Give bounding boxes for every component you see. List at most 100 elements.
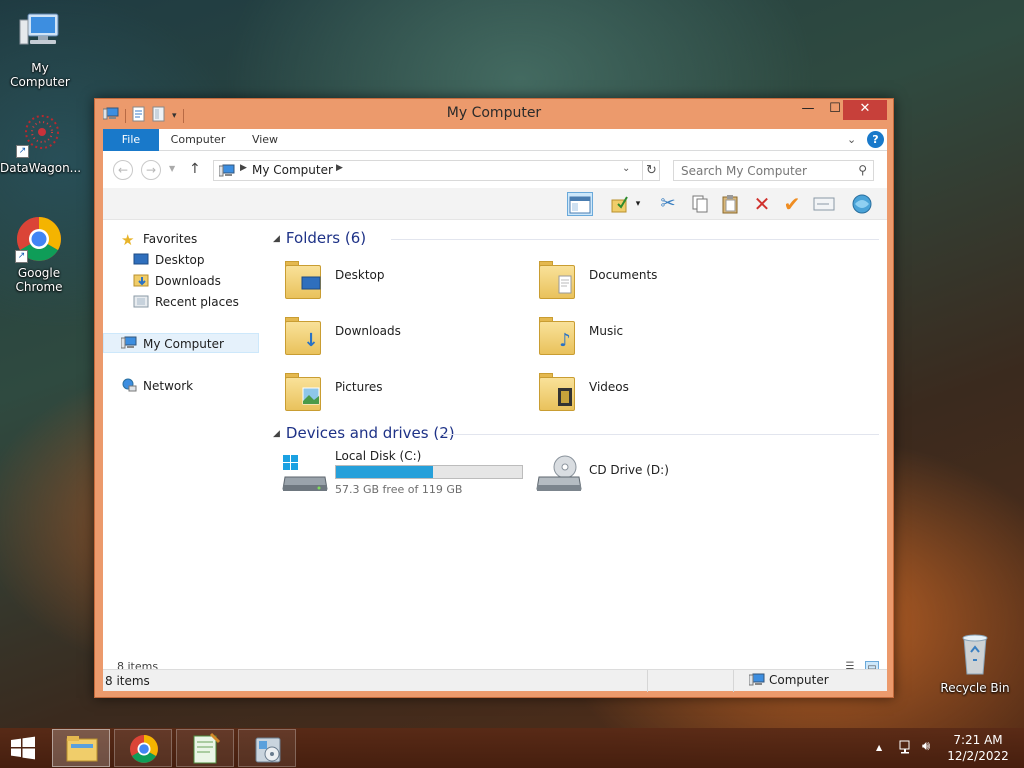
drives-group-header[interactable]: ◢ Devices and drives (2) <box>273 424 455 444</box>
recycle-bin-icon <box>951 630 999 678</box>
delete-icon[interactable]: ✕ <box>749 192 775 216</box>
back-button[interactable]: ← <box>113 160 133 180</box>
drives-group-title: Devices and drives (2) <box>285 424 455 442</box>
folder-label: Downloads <box>335 324 401 338</box>
folder-tile-pictures[interactable]: Pictures <box>271 365 511 415</box>
cd-drive-icon <box>535 455 583 493</box>
folder-label: Music <box>589 324 624 338</box>
folders-group-header[interactable]: ◢ Folders (6) <box>273 229 366 249</box>
control-panel-icon <box>255 737 281 763</box>
drive-label: CD Drive (D:) <box>589 463 669 477</box>
nav-my-computer[interactable]: My Computer <box>103 333 259 353</box>
computer-small-icon <box>748 673 765 689</box>
search-box: ⚲ <box>673 160 874 181</box>
address-dropdown-icon[interactable]: ⌄ <box>622 163 630 174</box>
local-disk-icon <box>281 455 329 493</box>
collapse-caret-icon[interactable]: ◢ <box>273 429 280 439</box>
taskbar-clock[interactable]: 7:21 AM 12/2/2022 <box>938 732 1018 764</box>
status-item-count: 8 items <box>105 674 150 688</box>
nav-favorites-label: Favorites <box>143 232 198 246</box>
desktop-icon-label: Google Chrome <box>15 266 63 294</box>
taskbar: ▲ 🔊︎ 7:21 AM 12/2/2022 <box>0 728 1024 768</box>
nav-recent-places-label: Recent places <box>155 295 239 309</box>
start-button[interactable] <box>8 736 38 760</box>
notepad-icon <box>193 732 221 764</box>
status-separator <box>733 670 734 692</box>
breadcrumb-chevron-icon[interactable]: ▶ <box>336 163 343 173</box>
shortcut-arrow-icon: ↗ <box>15 250 28 263</box>
preview-pane-icon[interactable] <box>567 192 593 216</box>
check-icon[interactable]: ✔ <box>779 192 805 216</box>
tab-file[interactable]: File <box>103 129 159 151</box>
volume-icon[interactable]: 🔊︎ <box>922 739 930 754</box>
forward-button[interactable]: → <box>141 160 161 180</box>
computer-icon <box>16 10 64 58</box>
folder-tile-videos[interactable]: Videos <box>525 365 765 415</box>
tab-view[interactable]: View <box>241 129 289 151</box>
status-separator <box>647 670 648 692</box>
folder-tile-downloads[interactable]: ↓ Downloads <box>271 309 511 359</box>
nav-network-label: Network <box>143 379 194 393</box>
window-titlebar[interactable]: ▾ My Computer — ☐ ✕ <box>95 99 893 129</box>
taskbar-notepad[interactable] <box>176 729 234 767</box>
search-input[interactable] <box>674 161 844 180</box>
disk-usage-bar <box>335 465 523 479</box>
web-icon[interactable] <box>849 192 875 216</box>
desktop-icon-my-computer[interactable]: My Computer <box>0 10 80 89</box>
paste-icon[interactable] <box>717 192 743 216</box>
ribbon-expand-icon[interactable]: ⌄ <box>847 133 856 146</box>
drive-tile-d[interactable]: CD Drive (D:) <box>525 447 775 503</box>
recent-locations-icon[interactable]: ▼ <box>169 164 175 173</box>
select-dropdown-icon[interactable]: ▾ <box>631 192 645 216</box>
nav-favorites[interactable]: ★ Favorites <box>121 229 197 249</box>
select-icon[interactable] <box>607 192 633 216</box>
breadcrumb-chevron-icon[interactable]: ▶ <box>240 163 247 173</box>
rename-icon[interactable] <box>811 192 837 216</box>
copy-icon[interactable] <box>687 192 713 216</box>
folder-label: Pictures <box>335 380 383 394</box>
desktop-icon-datawagon[interactable]: ↗ DataWagon... <box>0 110 81 175</box>
help-icon[interactable]: ? <box>867 131 884 148</box>
nav-recent-places[interactable]: Recent places <box>133 292 239 312</box>
refresh-icon[interactable]: ↻ <box>642 161 660 180</box>
taskbar-chrome[interactable] <box>114 729 172 767</box>
drive-tile-c[interactable]: Local Disk (C:) 57.3 GB free of 119 GB <box>271 447 523 503</box>
minimize-button[interactable]: — <box>795 100 821 120</box>
navigation-pane: ★ Favorites Desktop Downloads Recent plac… <box>103 221 267 657</box>
chrome-icon: ↗ <box>15 215 63 263</box>
nav-network[interactable]: Network <box>121 376 193 396</box>
tab-computer[interactable]: Computer <box>165 129 231 151</box>
show-hidden-icons[interactable]: ▲ <box>876 743 882 752</box>
folder-tile-documents[interactable]: Documents <box>525 253 765 303</box>
up-button[interactable]: ↑ <box>189 161 201 177</box>
status-zone: Computer <box>748 673 829 689</box>
taskbar-file-explorer[interactable] <box>52 729 110 767</box>
folder-tile-music[interactable]: ♪ Music <box>525 309 765 359</box>
nav-desktop[interactable]: Desktop <box>133 250 205 270</box>
close-button[interactable]: ✕ <box>843 100 887 120</box>
desktop-icon-label: Recycle Bin <box>940 681 1010 695</box>
group-divider <box>391 239 879 240</box>
windows-logo-icon <box>11 736 35 760</box>
desktop-small-icon <box>133 252 149 266</box>
network-tray-icon[interactable] <box>898 739 914 758</box>
folder-label: Desktop <box>335 268 385 282</box>
chrome-icon <box>130 735 158 763</box>
shortcut-arrow-icon: ↗ <box>16 145 29 158</box>
nav-downloads[interactable]: Downloads <box>133 271 221 291</box>
taskbar-control-panel[interactable] <box>238 729 296 767</box>
collapse-caret-icon[interactable]: ◢ <box>273 234 280 244</box>
pictures-folder-icon <box>283 369 323 413</box>
computer-small-icon <box>120 336 137 350</box>
desktop-icon-recycle-bin[interactable]: Recycle Bin <box>935 630 1015 695</box>
folder-label: Documents <box>589 268 658 282</box>
breadcrumb-my-computer[interactable]: My Computer <box>252 163 333 177</box>
music-folder-icon: ♪ <box>537 313 577 357</box>
desktop-icon-chrome[interactable]: ↗ Google Chrome <box>0 215 79 294</box>
folder-tile-desktop[interactable]: Desktop <box>271 253 511 303</box>
search-icon[interactable]: ⚲ <box>858 163 867 177</box>
network-icon <box>121 378 137 392</box>
cut-icon[interactable]: ✂ <box>655 192 681 216</box>
clock-time: 7:21 AM <box>953 733 1003 747</box>
address-bar[interactable]: ▶ My Computer ▶ ⌄ ↻ <box>213 160 660 181</box>
